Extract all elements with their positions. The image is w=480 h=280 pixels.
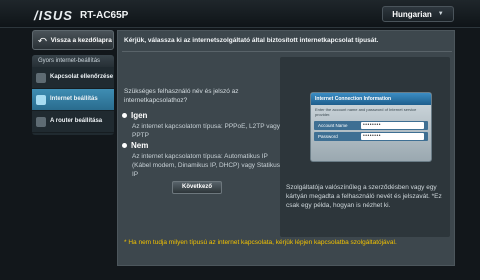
sidebar-item-label: Kapcsolat ellenőrzése <box>50 74 114 80</box>
title-divider <box>122 51 452 52</box>
top-header: /ISUS RT-AC65P Hungarian ▼ <box>0 0 480 28</box>
credentials-question: Szükséges felhasználó név és jelszó az i… <box>124 88 239 104</box>
illustration-subtitle: Enter the account name and password of I… <box>315 107 417 117</box>
back-arrow-icon: ⤺ <box>38 35 47 44</box>
chevron-down-icon: ▼ <box>437 11 444 17</box>
back-to-home-button[interactable]: ⤺ Vissza a kezdőlapra <box>32 30 114 50</box>
option-yes-description: Az internet kapcsolatom típusa: PPPoE, L… <box>132 123 281 139</box>
language-select[interactable]: Hungarian ▼ <box>382 6 454 22</box>
example-info-box: Internet Connection Information Enter th… <box>280 57 450 237</box>
next-button[interactable]: Következő <box>172 181 222 194</box>
option-yes[interactable]: Igen Az internet kapcsolatom típusa: PPP… <box>122 111 282 140</box>
option-yes-title: Igen <box>131 111 148 120</box>
connection-info-illustration: Internet Connection Information Enter th… <box>310 92 432 162</box>
radio-yes[interactable] <box>122 113 127 118</box>
quick-setup-nav: Gyors internet-beállítás Kapcsolat ellen… <box>32 55 114 135</box>
back-button-label: Vissza a kezdőlapra <box>50 36 112 44</box>
nav-section-title: Gyors internet-beállítás <box>32 55 114 67</box>
illustration-account-field: •••••••• <box>361 122 424 129</box>
globe-icon <box>36 94 46 105</box>
radio-no[interactable] <box>122 143 127 148</box>
illustration-account-label: Account Name <box>318 123 348 128</box>
info-description: Szolgáltatója valószínűleg a szerződésbe… <box>286 184 442 209</box>
router-icon <box>36 116 46 127</box>
page-title: Kérjük, válassza ki az internetszolgálta… <box>124 37 379 44</box>
illustration-password-label: Password <box>318 134 338 139</box>
sidebar-item-check-connection[interactable]: Kapcsolat ellenőrzése <box>32 67 114 89</box>
connection-check-icon <box>36 72 46 83</box>
illustration-title: Internet Connection Information <box>311 93 431 105</box>
asus-logo: /ISUS <box>34 8 73 23</box>
model-name: RT-AC65P <box>80 10 129 21</box>
main-panel: Kérjük, válassza ki az internetszolgálta… <box>117 30 455 266</box>
sidebar-item-router-setup[interactable]: A router beállítása <box>32 111 114 133</box>
sidebar-item-label: Internet beállítás <box>50 96 98 102</box>
sidebar-item-label: A router beállítása <box>50 118 103 124</box>
illustration-password-field: •••••••• <box>361 133 424 140</box>
option-no-description: Az internet kapcsolatom típusa: Automati… <box>132 153 280 178</box>
illustration-password-row: Password •••••••• <box>314 132 428 141</box>
option-no-title: Nem <box>131 141 149 150</box>
footnote: * Ha nem tudja milyen típusú az internet… <box>124 239 397 246</box>
sidebar-item-internet-setup[interactable]: Internet beállítás <box>32 89 114 111</box>
option-no[interactable]: Nem Az internet kapcsolatom típusa: Auto… <box>122 141 282 179</box>
language-label: Hungarian <box>392 9 432 19</box>
illustration-account-row: Account Name •••••••• <box>314 121 428 130</box>
